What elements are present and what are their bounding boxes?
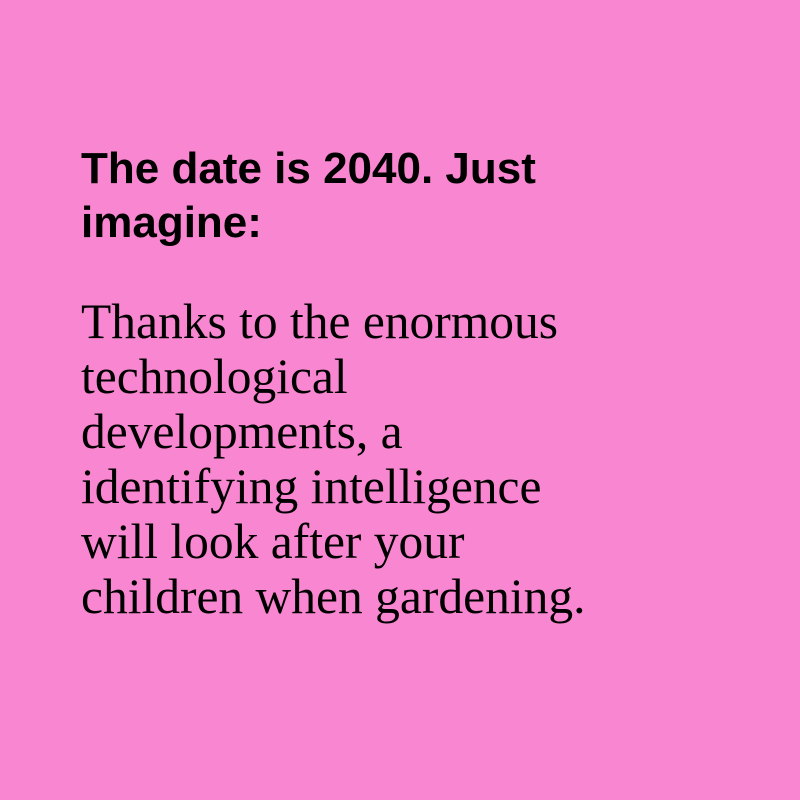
body-line: Thanks to the enormous [81, 294, 559, 349]
body-line: will look after your [81, 514, 465, 569]
heading: The date is 2040. Just imagine: [81, 142, 721, 250]
body-text: Thanks to the enormous technological dev… [81, 294, 681, 624]
body-line: children when gardening. [81, 569, 586, 624]
heading-line: The date is 2040. Just [81, 144, 536, 193]
quote-card: The date is 2040. Just imagine: Thanks t… [0, 0, 800, 800]
body-line: technological [81, 349, 348, 404]
heading-line: imagine: [81, 198, 262, 247]
body-line: identifying intelligence [81, 459, 542, 514]
body-line: developments, a [81, 404, 403, 459]
